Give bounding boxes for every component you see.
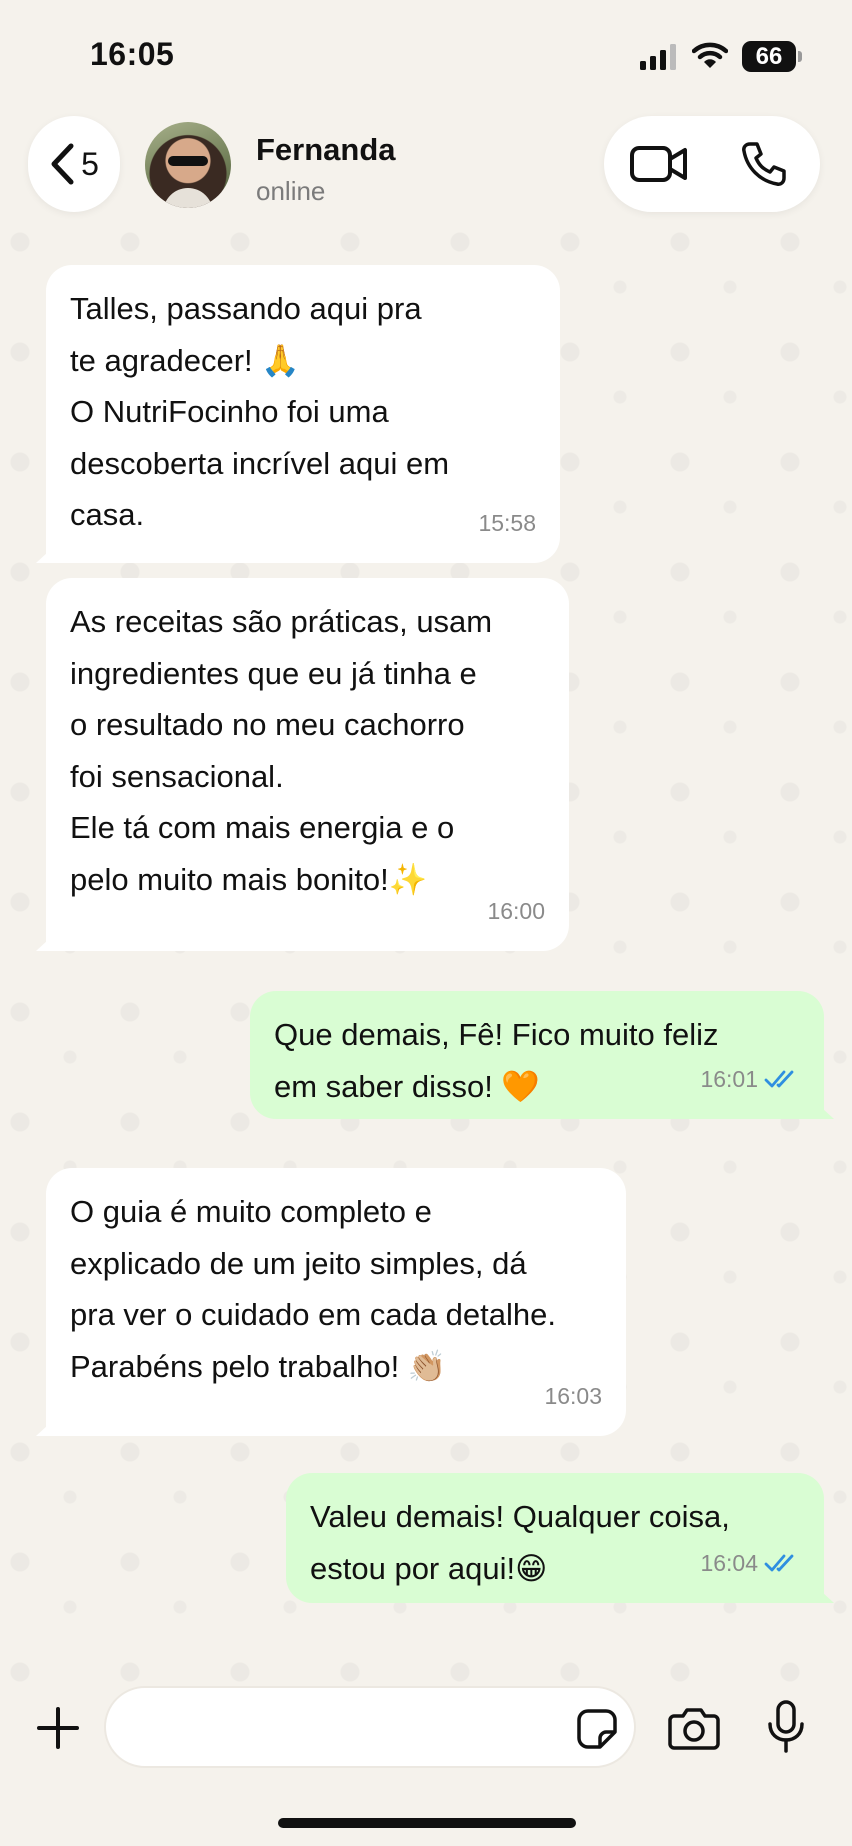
video-call-icon[interactable] xyxy=(630,144,688,184)
chat-header: 5 Fernanda online xyxy=(0,110,852,222)
message-timestamp: 16:00 xyxy=(487,897,545,924)
message-bubble-outgoing[interactable]: Valeu demais! Qualquer coisa, estou por … xyxy=(286,1473,824,1603)
message-timestamp: 16:04 xyxy=(700,1549,758,1576)
message-time: 16:00 xyxy=(487,886,545,938)
plus-icon[interactable] xyxy=(36,1706,80,1750)
status-time: 16:05 xyxy=(90,36,175,72)
message-text: As receitas são práticas, usam ingredien… xyxy=(70,604,493,897)
wifi-icon xyxy=(692,42,728,68)
message-bubble-incoming[interactable]: O guia é muito completo e explicado de u… xyxy=(46,1168,626,1436)
battery-level: 66 xyxy=(755,43,783,70)
message-timestamp: 15:58 xyxy=(478,509,536,536)
sticker-icon[interactable] xyxy=(576,1708,618,1750)
message-bubble-incoming[interactable]: As receitas são práticas, usam ingredien… xyxy=(46,578,569,951)
avatar[interactable] xyxy=(145,122,231,208)
home-indicator[interactable] xyxy=(278,1818,576,1828)
double-check-read-icon xyxy=(764,1070,794,1088)
cellular-signal-icon xyxy=(640,44,676,70)
contact-name[interactable]: Fernanda xyxy=(256,132,396,168)
mic-icon[interactable] xyxy=(766,1700,806,1754)
message-time: 16:03 xyxy=(544,1371,602,1423)
back-chevron-icon xyxy=(51,143,74,185)
battery-icon: 66 xyxy=(742,41,802,72)
message-bubble-incoming[interactable]: Talles, passando aqui pra te agradecer! … xyxy=(46,265,560,563)
unread-count: 5 xyxy=(81,145,99,182)
message-timestamp: 16:03 xyxy=(544,1382,602,1409)
message-bubble-outgoing[interactable]: Que demais, Fê! Fico muito feliz em sabe… xyxy=(250,991,824,1119)
message-time: 15:58 xyxy=(478,498,536,550)
camera-icon[interactable] xyxy=(668,1706,720,1750)
message-timestamp: 16:01 xyxy=(700,1065,758,1092)
message-text: O guia é muito completo e explicado de u… xyxy=(70,1194,556,1384)
message-input[interactable] xyxy=(132,1708,552,1748)
message-time: 16:04 xyxy=(700,1538,800,1590)
message-input-container xyxy=(104,1686,636,1768)
message-time: 16:01 xyxy=(700,1054,800,1106)
double-check-read-icon xyxy=(764,1554,794,1572)
call-actions xyxy=(604,116,820,212)
phone-icon[interactable] xyxy=(740,140,788,188)
back-button[interactable]: 5 xyxy=(28,116,120,212)
contact-status: online xyxy=(256,176,326,206)
message-text: Talles, passando aqui pra te agradecer! … xyxy=(70,291,450,532)
status-bar: 16:05 66 xyxy=(0,0,852,110)
